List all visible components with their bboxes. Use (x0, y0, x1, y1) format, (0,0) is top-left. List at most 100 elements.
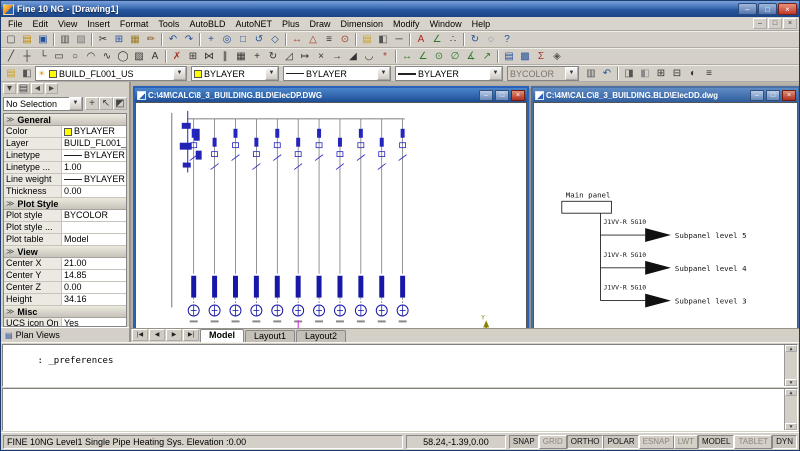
property-value[interactable]: BYLAYER (62, 150, 126, 161)
rectangle-button[interactable]: ▭ (51, 49, 67, 64)
tab-layout1[interactable]: Layout1 (245, 330, 295, 342)
match-properties-button[interactable]: ✏ (143, 32, 159, 47)
dropdown-arrow-icon[interactable]: ▼ (265, 67, 278, 80)
area-button[interactable]: △ (305, 32, 321, 47)
selection-dropdown[interactable]: No Selection ▼ (3, 97, 83, 111)
dim-angular-button[interactable]: ∡ (463, 49, 479, 64)
layer-previous-button[interactable]: ↶ (599, 66, 615, 81)
print-preview-button[interactable]: ▧ (73, 32, 89, 47)
circle-button[interactable]: ○ (67, 49, 83, 64)
child-minimize-button[interactable]: – (479, 90, 493, 101)
props-back-button[interactable]: ◂ (31, 83, 44, 94)
calculator-button[interactable]: Σ (533, 49, 549, 64)
drawing-canvas-container[interactable]: Main panelJ1VV-R 5G10Subpanel level 5J1V… (533, 102, 798, 342)
elecdd-canvas[interactable]: Main panelJ1VV-R 5G10Subpanel level 5J1V… (534, 103, 797, 342)
dimension-style-button[interactable]: ∠ (429, 32, 445, 47)
menu-modify[interactable]: Modify (388, 18, 425, 30)
render-button[interactable]: ◐ (685, 66, 701, 81)
zoom-realtime-button[interactable]: ◎ (219, 32, 235, 47)
mirror-button[interactable]: ⋈ (201, 49, 217, 64)
maximize-button[interactable]: □ (758, 3, 777, 15)
menu-autobld[interactable]: AutoBLD (184, 18, 230, 30)
draw-order-front-button[interactable]: ◨ (621, 66, 637, 81)
scale-button[interactable]: ◿ (281, 49, 297, 64)
coordinates-readout[interactable]: 58.24,-1.39,0.00 (406, 435, 506, 449)
design-center-button[interactable]: ▩ (517, 49, 533, 64)
menu-insert[interactable]: Insert (82, 18, 115, 30)
distance-button[interactable]: ↔ (289, 32, 305, 47)
drawing-window-elecdp[interactable]: C:\4M\CALC\8_3_BUILDING.BLD\ElecDP.DWG –… (133, 86, 529, 342)
menu-draw[interactable]: Draw (305, 18, 336, 30)
menu-window[interactable]: Window (425, 18, 467, 30)
menu-autonet[interactable]: AutoNET (230, 18, 277, 30)
layer-states-button[interactable]: ◧ (375, 32, 391, 47)
new-button[interactable]: ▢ (3, 32, 19, 47)
props-forward-button[interactable]: ▸ (45, 83, 58, 94)
stretch-button[interactable]: ↦ (297, 49, 313, 64)
quick-select-button[interactable]: ◩ (113, 97, 127, 110)
plotstyle-dropdown[interactable]: BYCOLOR ▼ (507, 66, 579, 81)
props-dock-button[interactable]: ▤ (17, 83, 30, 94)
command-input[interactable]: ▲ ▼ (2, 388, 798, 431)
scroll-down-icon[interactable]: ▼ (785, 423, 797, 430)
redraw-button[interactable]: ↻ (467, 32, 483, 47)
array-button[interactable]: ▦ (233, 49, 249, 64)
help-button[interactable]: ? (499, 32, 515, 47)
mdi-minimize-button[interactable]: – (753, 18, 767, 29)
elecdp-canvas[interactable]: Subpanel level 4Y (136, 103, 526, 342)
zoom-previous-button[interactable]: ↺ (251, 32, 267, 47)
group-button[interactable]: ⊞ (653, 66, 669, 81)
leader-button[interactable]: ↗ (479, 49, 495, 64)
toggle-dyn[interactable]: DYN (772, 435, 797, 449)
child-restore-button[interactable]: □ (766, 90, 780, 101)
dropdown-arrow-icon[interactable]: ▼ (565, 67, 578, 80)
fillet-button[interactable]: ◡ (361, 49, 377, 64)
dropdown-arrow-icon[interactable]: ▼ (173, 67, 186, 80)
select-objects-button[interactable]: ↖ (99, 97, 113, 110)
regen-button[interactable]: ◌ (483, 32, 499, 47)
offset-button[interactable]: ∥ (217, 49, 233, 64)
menu-dimension[interactable]: Dimension (336, 18, 389, 30)
zoom-window-button[interactable]: □ (235, 32, 251, 47)
property-value[interactable]: BYCOLOR (62, 210, 126, 221)
drawing-window-elecdd[interactable]: C:\4M\CALC\8_3_BUILDING.BLD\ElecDD.dwg –… (531, 86, 799, 342)
menu-plus[interactable]: Plus (277, 18, 305, 30)
chamfer-button[interactable]: ◢ (345, 49, 361, 64)
undo-button[interactable]: ↶ (165, 32, 181, 47)
id-point-button[interactable]: ⊙ (337, 32, 353, 47)
osnap-settings-button[interactable]: ◈ (549, 49, 565, 64)
toggle-model[interactable]: MODEL (698, 435, 734, 449)
layer-dropdown[interactable]: ☀ BUILD_FL001_US ▼ (35, 66, 187, 81)
menu-view[interactable]: View (53, 18, 82, 30)
command-input-scrollbar[interactable]: ▲ ▼ (784, 389, 797, 430)
property-value[interactable]: 21.00 (62, 258, 126, 269)
text-style-button[interactable]: A (413, 32, 429, 47)
erase-button[interactable]: ✗ (169, 49, 185, 64)
rotate-button[interactable]: ↻ (265, 49, 281, 64)
tab-nav-button-3[interactable]: ▶| (183, 329, 199, 341)
lineweight-dropdown[interactable]: BYLAYER ▼ (395, 66, 503, 81)
child-minimize-button[interactable]: – (750, 90, 764, 101)
layer-manager-button[interactable]: ▤ (3, 66, 19, 81)
tab-nav-button-1[interactable]: ◀ (149, 329, 165, 341)
props-menu-button[interactable]: ▾ (3, 83, 16, 94)
open-button[interactable]: ▤ (19, 32, 35, 47)
command-history-scrollbar[interactable]: ▲ ▼ (784, 345, 797, 386)
tab-nav-button-2[interactable]: ▶ (166, 329, 182, 341)
close-button[interactable]: × (778, 3, 797, 15)
linetype-dropdown[interactable]: BYLAYER ▼ (283, 66, 391, 81)
toggle-tablet[interactable]: TABLET (734, 435, 772, 449)
spline-button[interactable]: ∿ (99, 49, 115, 64)
layers-button[interactable]: ▤ (359, 32, 375, 47)
props-section-misc[interactable]: ≫Misc (4, 306, 126, 318)
property-value[interactable]: BUILD_FL001_ (62, 138, 126, 149)
property-value[interactable]: Yes (62, 318, 126, 327)
property-value[interactable]: 0.00 (62, 186, 126, 197)
dim-diameter-button[interactable]: ∅ (447, 49, 463, 64)
pan-button[interactable]: + (203, 32, 219, 47)
menu-help[interactable]: Help (467, 18, 496, 30)
text-button[interactable]: A (147, 49, 163, 64)
dropdown-arrow-icon[interactable]: ▼ (69, 97, 82, 110)
menu-tools[interactable]: Tools (153, 18, 184, 30)
drawing-canvas-container[interactable]: Subpanel level 4Y (135, 102, 527, 342)
